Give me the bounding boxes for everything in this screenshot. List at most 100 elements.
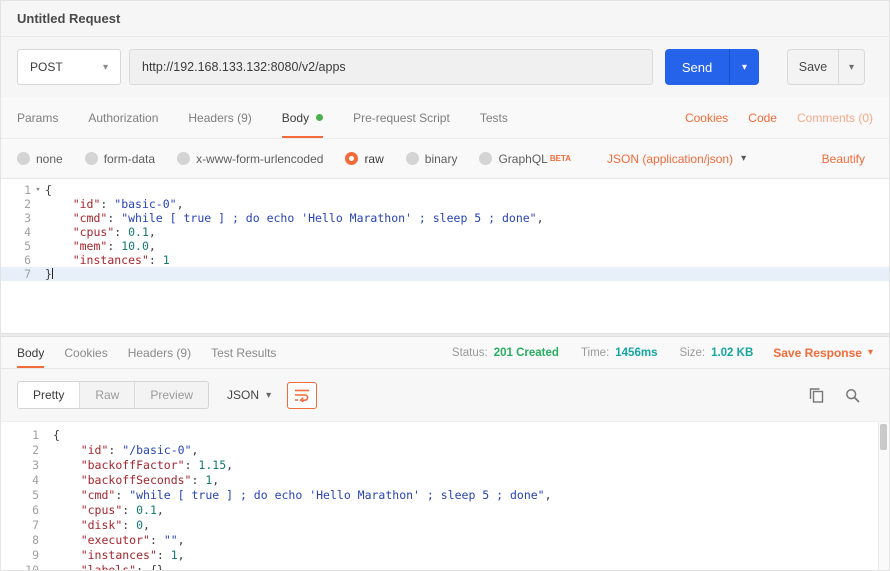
- response-toolbar-right: [807, 386, 861, 404]
- line-number: 2: [1, 197, 31, 211]
- content-type-select[interactable]: JSON (application/json) ▾: [607, 152, 746, 166]
- response-tab-headers[interactable]: Headers (9): [128, 337, 191, 368]
- radio-selected-icon: [345, 152, 358, 165]
- fold-spacer: [39, 548, 53, 563]
- code-line: 2 "id": "/basic-0",: [1, 443, 889, 458]
- fold-spacer: [39, 563, 53, 571]
- request-titlebar: Untitled Request: [1, 1, 889, 37]
- body-type-graphql[interactable]: GraphQL BETA: [479, 152, 571, 166]
- radio-icon: [17, 152, 30, 165]
- code-line: 6 "instances": 1: [1, 253, 889, 267]
- response-language-value: JSON: [227, 388, 259, 402]
- line-number: 1: [1, 183, 31, 197]
- comments-link[interactable]: Comments (0): [797, 111, 873, 125]
- save-button[interactable]: Save: [787, 49, 839, 85]
- response-status-group: Status: 201 Created Time: 1456ms Size: 1…: [452, 337, 873, 368]
- body-type-form-data[interactable]: form-data: [85, 152, 155, 166]
- graphql-beta-badge: BETA: [550, 154, 571, 163]
- view-raw[interactable]: Raw: [79, 382, 134, 408]
- code-line: 5 "cmd": "while [ true ] ; do echo 'Hell…: [1, 488, 889, 503]
- save-response-button[interactable]: Save Response ▾: [773, 346, 873, 360]
- body-type-graphql-label: GraphQL: [498, 152, 547, 166]
- send-button[interactable]: Send: [665, 49, 729, 85]
- line-number: 10: [1, 563, 39, 571]
- line-number: 1: [1, 428, 39, 443]
- search-response-button[interactable]: [843, 386, 861, 404]
- request-title: Untitled Request: [17, 11, 120, 26]
- code-text: "cmd": "while [ true ] ; do echo 'Hello …: [53, 488, 889, 503]
- code-line: 10 "labels": {},: [1, 563, 889, 571]
- line-number: 9: [1, 548, 39, 563]
- fold-spacer: [39, 458, 53, 473]
- code-line: 3 "cmd": "while [ true ] ; do echo 'Hell…: [1, 211, 889, 225]
- response-tab-cookies[interactable]: Cookies: [64, 337, 107, 368]
- beautify-button[interactable]: Beautify: [822, 152, 865, 166]
- code-line: 8 "executor": "",: [1, 533, 889, 548]
- line-number: 6: [1, 253, 31, 267]
- line-number: 4: [1, 473, 39, 488]
- code-line: 9 "instances": 1,: [1, 548, 889, 563]
- send-options-caret[interactable]: ▾: [729, 49, 759, 85]
- tab-pre-request-script[interactable]: Pre-request Script: [353, 97, 450, 138]
- fold-spacer: [31, 253, 45, 267]
- code-text: "mem": 10.0,: [45, 239, 889, 253]
- wrap-text-icon: [294, 388, 310, 402]
- body-modified-dot: [316, 114, 323, 121]
- view-pretty[interactable]: Pretty: [18, 382, 79, 408]
- body-type-binary[interactable]: binary: [406, 152, 458, 166]
- line-number: 3: [1, 458, 39, 473]
- response-meta-bar: Body Cookies Headers (9) Test Results St…: [1, 337, 889, 369]
- time-value: 1456ms: [615, 347, 657, 359]
- status-label: Status:: [452, 347, 488, 359]
- view-preview[interactable]: Preview: [134, 382, 208, 408]
- body-type-raw[interactable]: raw: [345, 152, 383, 166]
- response-scrollbar[interactable]: [878, 422, 889, 571]
- code-line: 1▾{: [1, 183, 889, 197]
- body-type-none[interactable]: none: [17, 152, 63, 166]
- url-input[interactable]: [129, 49, 653, 85]
- cookies-link[interactable]: Cookies: [685, 111, 728, 125]
- code-text: "disk": 0,: [53, 518, 889, 533]
- fold-arrow-icon[interactable]: ▾: [31, 183, 45, 197]
- line-number: 6: [1, 503, 39, 518]
- code-text: "id": "basic-0",: [45, 197, 889, 211]
- response-tab-test-results[interactable]: Test Results: [211, 337, 276, 368]
- wrap-text-button[interactable]: [287, 382, 317, 409]
- code-text: "cpus": 0.1,: [53, 503, 889, 518]
- fold-spacer: [39, 533, 53, 548]
- code-text: "cmd": "while [ true ] ; do echo 'Hello …: [45, 211, 889, 225]
- code-text: {: [45, 183, 889, 197]
- body-type-bar: none form-data x-www-form-urlencoded raw…: [1, 139, 889, 179]
- code-line: 3 "backoffFactor": 1.15,: [1, 458, 889, 473]
- body-type-urlencoded-label: x-www-form-urlencoded: [196, 152, 323, 166]
- response-toolbar: Pretty Raw Preview JSON ▾: [1, 369, 889, 421]
- code-link[interactable]: Code: [748, 111, 777, 125]
- method-select[interactable]: POST ▾: [17, 49, 121, 85]
- body-type-raw-label: raw: [364, 152, 383, 166]
- response-language-select[interactable]: JSON ▾: [227, 388, 271, 402]
- method-value: POST: [30, 60, 63, 74]
- size-value: 1.02 KB: [711, 347, 753, 359]
- tab-tests[interactable]: Tests: [480, 97, 508, 138]
- tab-params[interactable]: Params: [17, 97, 58, 138]
- tab-authorization[interactable]: Authorization: [88, 97, 158, 138]
- response-scrollbar-thumb[interactable]: [880, 424, 887, 450]
- tab-body-label: Body: [282, 111, 309, 125]
- fold-spacer: [31, 225, 45, 239]
- body-type-urlencoded[interactable]: x-www-form-urlencoded: [177, 152, 323, 166]
- code-text: "instances": 1: [45, 253, 889, 267]
- request-body-editor[interactable]: 1▾{2 "id": "basic-0",3 "cmd": "while [ t…: [1, 179, 889, 333]
- code-text: "executor": "",: [53, 533, 889, 548]
- code-line: 1{: [1, 428, 889, 443]
- response-body-editor[interactable]: 1{2 "id": "/basic-0",3 "backoffFactor": …: [1, 421, 889, 571]
- tab-body[interactable]: Body: [282, 97, 323, 138]
- copy-response-button[interactable]: [807, 386, 825, 404]
- search-icon: [845, 388, 860, 403]
- tab-headers[interactable]: Headers (9): [188, 97, 251, 138]
- response-view-switch: Pretty Raw Preview: [17, 381, 209, 409]
- code-text: }: [45, 267, 889, 281]
- response-tab-body[interactable]: Body: [17, 337, 44, 368]
- chevron-down-icon: ▾: [266, 390, 271, 401]
- fold-spacer: [39, 428, 53, 443]
- save-options-caret[interactable]: ▾: [839, 49, 865, 85]
